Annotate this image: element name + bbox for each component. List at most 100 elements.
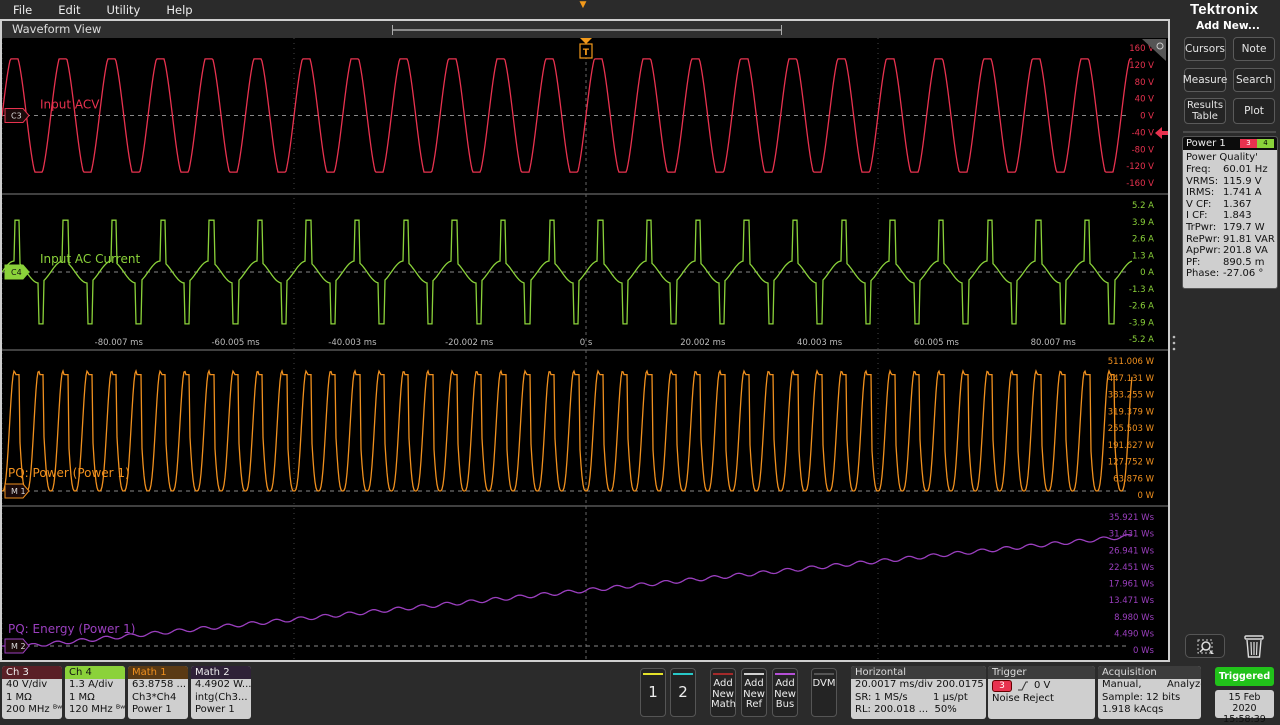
power-row-label: IRMS:: [1186, 187, 1215, 199]
acquisition-line-2: Sample: 12 bits: [1102, 691, 1181, 703]
menu-edit[interactable]: Edit: [45, 3, 93, 17]
acquisition-badge[interactable]: Acquisition Manual, Analyze Sample: 12 b…: [1098, 666, 1201, 719]
acquisition-line-1: Manual, Analyze: [1102, 679, 1201, 690]
trigger-mode: Noise Reject: [992, 692, 1054, 704]
scale-label: 4.490 Ws: [1114, 629, 1154, 639]
power-row: Phase: -27.06 °: [1183, 268, 1277, 280]
trigger-source-chip: 3: [992, 680, 1012, 693]
slot-button-label: 2: [678, 683, 688, 701]
menu-help[interactable]: Help: [153, 3, 205, 17]
horizontal-line-2: SR: 1 MS/s 1 µs/pt: [855, 691, 968, 703]
slot-button-dvm[interactable]: DVM: [811, 668, 837, 717]
color-indicator: [713, 673, 733, 675]
trigger-position-arrow: [580, 38, 592, 44]
power-row-label: TrPwr:: [1186, 221, 1217, 233]
slot-button-add-new-math[interactable]: Add New Math: [710, 668, 736, 717]
overview-trigger-marker: ▼: [579, 0, 587, 10]
power-row: Freq: 60.01 Hz: [1183, 164, 1277, 176]
scale-label: 127.752 W: [1108, 458, 1155, 468]
channel-badge-line: 120 MHz ᴮʷ: [69, 704, 125, 715]
source-chip-ch4: 4: [1257, 139, 1274, 148]
scale-label: 63.876 W: [1113, 474, 1154, 484]
channel-badge-line: intg(Ch3...: [195, 691, 248, 703]
time-tick-label: 0 s: [580, 338, 593, 348]
power-row: I CF: 1.843: [1183, 210, 1277, 222]
waveform-graticule[interactable]: 160 V120 V80 V40 V0 V-40 V-80 V-120 V-16…: [1, 38, 1171, 660]
power-row-value: 91.81 VAR: [1223, 233, 1275, 245]
menu-file[interactable]: File: [0, 3, 45, 17]
scale-label: -5.2 A: [1129, 335, 1154, 345]
horizontal-badge[interactable]: Horizontal 20.0017 ms/div 200.0175 ms SR…: [851, 666, 986, 719]
channel-handle-label: M 2: [11, 642, 26, 651]
power-row: TrPwr: 179.7 W: [1183, 222, 1277, 234]
time-tick-label: 80.007 ms: [1031, 338, 1077, 348]
color-indicator: [673, 673, 693, 675]
measure-button[interactable]: Measure: [1183, 68, 1227, 92]
date-time-display[interactable]: 15 Feb 2020 15:58:39: [1215, 690, 1274, 725]
slot-button-add-new-bus[interactable]: Add New Bus: [772, 668, 798, 717]
trigger-status-button[interactable]: Triggered: [1215, 667, 1274, 686]
plot-button[interactable]: Plot: [1233, 98, 1275, 124]
trigger-level: 0 V: [1034, 680, 1051, 691]
note-button[interactable]: Note: [1233, 37, 1275, 61]
channel-badge-ch4[interactable]: Ch 4 1.3 A/div 1 MΩ 120 MHz ᴮʷ: [65, 666, 125, 719]
panel-resize-grip[interactable]: [1171, 334, 1177, 352]
time-tick-label: 40.003 ms: [797, 338, 843, 348]
scale-label: 80 V: [1135, 78, 1155, 88]
results-table-button[interactable]: Results Table: [1184, 98, 1226, 124]
waveform-overview-bar[interactable]: [392, 25, 782, 35]
channel-badge-math2[interactable]: Math 2 4.4902 W... intg(Ch3... Power 1: [191, 666, 251, 719]
power-row-value: 201.8 VA: [1223, 245, 1268, 257]
search-button[interactable]: Search: [1233, 68, 1275, 92]
scale-label: 3.9 A: [1132, 218, 1154, 228]
waveform-label: Input ACV: [40, 98, 100, 112]
cursors-button[interactable]: Cursors: [1184, 37, 1226, 61]
channel-badge-math1[interactable]: Math 1 63.8758 ... Ch3*Ch4 Power 1: [128, 666, 188, 719]
power-row: VRMS: 115.9 V: [1183, 176, 1277, 188]
waveform-trace-m1: [1, 368, 1133, 492]
channel-badge-ch3[interactable]: Ch 3 40 V/div 1 MΩ 200 MHz ᴮʷ: [2, 666, 62, 719]
channel-badge-line: Ch3*Ch4: [132, 691, 177, 703]
delete-button[interactable]: [1242, 633, 1266, 659]
trigger-badge[interactable]: Trigger 3 0 V Noise Reject: [988, 666, 1095, 719]
slot-button-add-new-ref[interactable]: Add New Ref: [741, 668, 767, 717]
power-measurement-badge[interactable]: Power 1 3 4 Power Quality' Freq: 60.01 Hz…: [1182, 136, 1278, 289]
channel-badge-line: 200 MHz ᴮʷ: [6, 704, 62, 715]
power-badge-title: Power 1: [1186, 138, 1226, 149]
horizontal-line-1: 20.0017 ms/div 200.0175 ms: [855, 679, 986, 690]
channel-badge-line: 4.4902 W...: [195, 679, 251, 690]
power-row-value: 1.741 A: [1223, 187, 1262, 199]
scale-label: 35.921 Ws: [1109, 513, 1155, 523]
channel-badge-line: Power 1: [132, 704, 172, 715]
zoom-tool-button[interactable]: [1185, 634, 1225, 658]
trash-icon: [1244, 635, 1264, 658]
horizontal-title: Horizontal: [851, 666, 986, 679]
scale-label: 2.6 A: [1132, 235, 1154, 245]
power-row: PF: 890.5 m: [1183, 257, 1277, 269]
slot-button-2[interactable]: 2: [670, 668, 696, 717]
date-text: 15 Feb 2020: [1228, 692, 1261, 714]
add-new-label: Add New...: [1196, 20, 1260, 32]
channel-badge-line: Power 1: [195, 704, 235, 715]
power-badge-subtitle: Power Quality': [1186, 152, 1258, 163]
waveform-plot-area[interactable]: 160 V 120 V 80 V 40 V0 V -40 V -80 V -120 V -16…: [1, 38, 1171, 660]
channel-badge-title: Ch 3: [2, 666, 62, 679]
channel-handle-label: M 1: [11, 487, 26, 496]
color-indicator: [744, 673, 764, 675]
time-tick-label: 20.002 ms: [680, 338, 726, 348]
time-tick-label: 60.005 ms: [914, 338, 960, 348]
scale-label: -120 V: [1126, 162, 1154, 172]
scale-label: 5.2 A: [1132, 201, 1154, 211]
waveform-view: Waveform View 160 V 120 V 80 V 40 V0 V -40 V…: [0, 19, 1171, 662]
channel-badge-line: 1 MΩ: [69, 691, 95, 703]
scale-label: 1.3 A: [1132, 251, 1154, 261]
time-tick-label: -60.005 ms: [211, 338, 260, 348]
slot-button-1[interactable]: 1: [640, 668, 666, 717]
slot-button-label: Add New Bus: [774, 678, 796, 710]
scale-label: 8.980 Ws: [1114, 613, 1154, 623]
menu-utility[interactable]: Utility: [94, 3, 154, 17]
power-row-label: VRMS:: [1186, 175, 1219, 187]
scale-label: 0 W: [1137, 491, 1154, 501]
channel-badge-title: Math 2: [191, 666, 251, 679]
channel-handle-label: C3: [11, 112, 22, 121]
